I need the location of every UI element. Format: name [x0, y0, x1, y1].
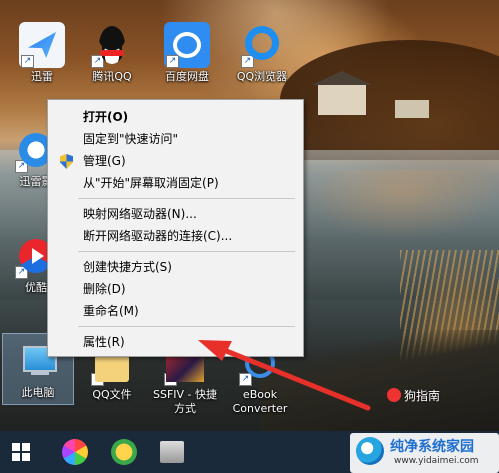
guide-watermark-text: 狗指南 [404, 389, 441, 403]
guide-watermark: 狗指南 [387, 387, 440, 404]
guide-logo-icon [387, 388, 401, 402]
site-watermark: 纯净系统家园 www.yidaimei.com [350, 433, 499, 473]
taskbar-app-color-icon[interactable] [62, 439, 88, 465]
taskbar-app-installer-icon[interactable] [160, 441, 184, 463]
site-title: 纯净系统家园 [390, 439, 474, 455]
taskbar-app-browser-icon[interactable] [111, 439, 137, 465]
windows-start-icon[interactable] [12, 443, 30, 461]
site-logo-icon [356, 437, 384, 465]
site-url: www.yidaimei.com [394, 456, 479, 466]
